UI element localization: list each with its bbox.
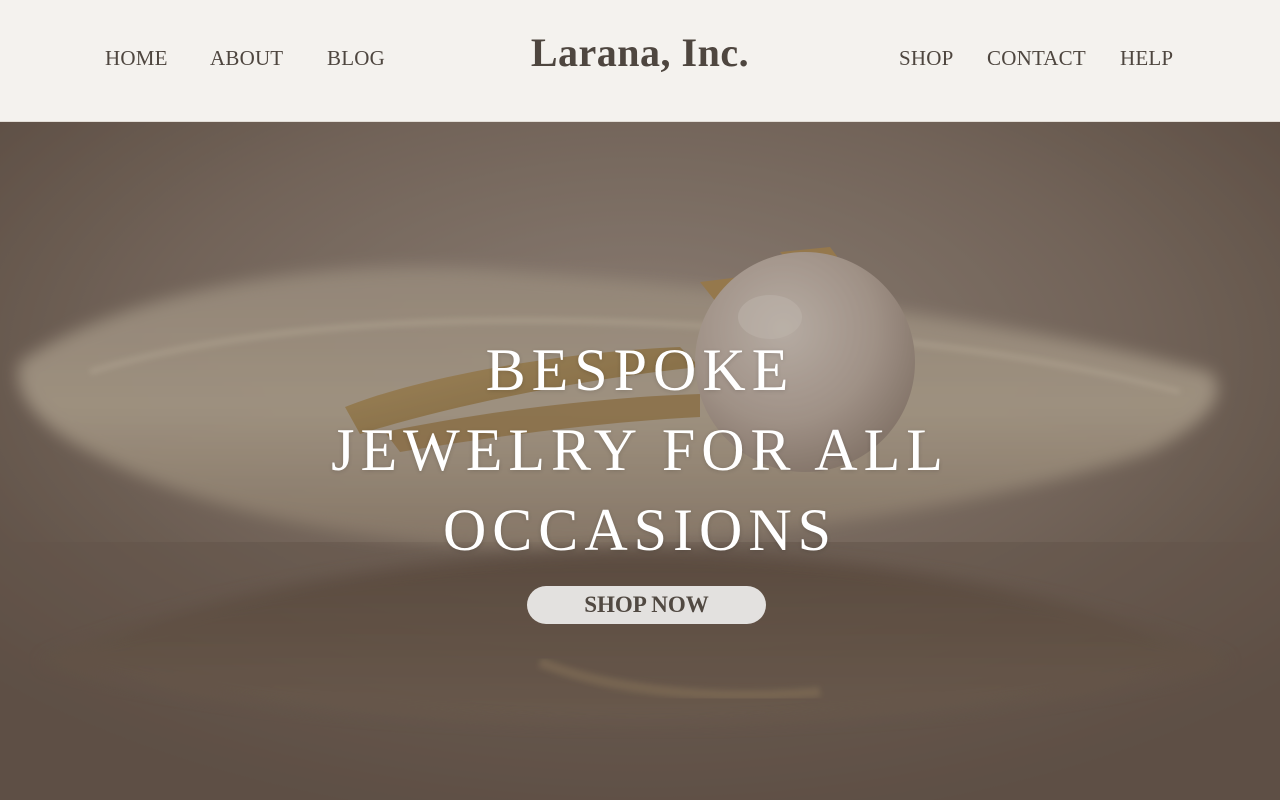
hero-headline-line-3: OCCASIONS bbox=[442, 497, 838, 564]
hero-headline-line-1: BESPOKE bbox=[485, 337, 795, 404]
nav-link-contact[interactable]: CONTACT bbox=[987, 44, 1086, 72]
hero-headline: BESPOKE JEWELRY FOR ALL OCCASIONS bbox=[240, 330, 1040, 570]
brand-logo[interactable]: Larana, Inc. bbox=[0, 28, 1280, 78]
site-header: HOME ABOUT BLOG Larana, Inc. SHOP CONTAC… bbox=[0, 0, 1280, 122]
hero-headline-line-2: JEWELRY FOR ALL bbox=[331, 417, 949, 484]
nav-link-help[interactable]: HELP bbox=[1120, 44, 1173, 72]
nav-link-shop[interactable]: SHOP bbox=[899, 44, 954, 72]
page: HOME ABOUT BLOG Larana, Inc. SHOP CONTAC… bbox=[0, 0, 1280, 800]
hero-banner: BESPOKE JEWELRY FOR ALL OCCASIONS SHOP N… bbox=[0, 122, 1280, 800]
shop-now-button[interactable]: SHOP NOW bbox=[527, 586, 766, 624]
